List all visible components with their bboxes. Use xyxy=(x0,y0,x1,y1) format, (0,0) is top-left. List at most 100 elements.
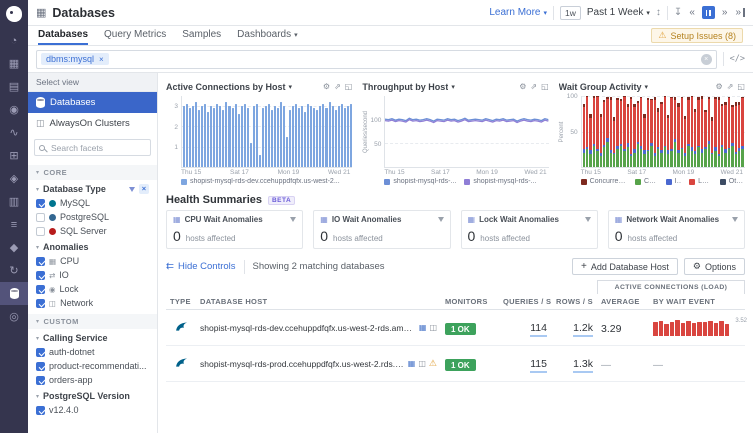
chart-title-dropdown[interactable]: Throughput by Host xyxy=(362,82,448,92)
legend-item[interactable]: Other xyxy=(719,178,745,185)
monitors-icon[interactable]: ◉ xyxy=(0,98,28,121)
facet-item-postgresql[interactable]: PostgreSQL xyxy=(28,210,157,224)
column-header-queries[interactable]: QUERIES / S xyxy=(499,297,551,306)
chart-export-icon[interactable]: ⇗ xyxy=(334,82,341,91)
notebooks-icon[interactable]: ▥ xyxy=(0,190,28,213)
rows-value[interactable]: 1.2k xyxy=(573,322,593,337)
checkbox[interactable] xyxy=(36,347,45,357)
column-header-average[interactable]: AVERAGE xyxy=(597,297,649,306)
legend-item[interactable]: shopist-mysql-rds-... xyxy=(384,178,456,185)
checkbox[interactable] xyxy=(36,270,45,280)
learn-more-dropdown[interactable]: Learn More ▾ xyxy=(489,7,547,18)
search-input[interactable]: dbms:mysql × × xyxy=(36,49,717,69)
queries-value[interactable]: 115 xyxy=(530,358,547,373)
legend-item[interactable]: Concurrency xyxy=(580,178,627,185)
options-button[interactable]: ⚙ Options xyxy=(683,258,745,275)
forward-button[interactable]: » xyxy=(721,7,729,18)
column-header-database-host[interactable]: DATABASE HOST xyxy=(196,297,441,306)
search-tag[interactable]: dbms:mysql × xyxy=(41,53,109,65)
tab-dashboards[interactable]: Dashboards ▾ xyxy=(237,26,297,45)
chart-settings-icon[interactable]: ⚙ xyxy=(716,82,723,91)
chart-settings-icon[interactable]: ⚙ xyxy=(323,82,330,91)
checkbox[interactable] xyxy=(36,361,45,371)
rewind-button[interactable]: « xyxy=(688,7,696,18)
host-dashboard-icon[interactable]: ▦ xyxy=(408,359,416,368)
security-icon[interactable]: ◆ xyxy=(0,236,28,259)
facet-item-orders-app[interactable]: orders-app xyxy=(28,373,157,387)
code-view-icon[interactable]: </> xyxy=(730,54,745,64)
ci-icon[interactable]: ↻ xyxy=(0,259,28,282)
facet-section-core[interactable]: ▾ CORE xyxy=(28,165,157,180)
view-item-databases[interactable]: Databases xyxy=(28,92,157,113)
chart-fullscreen-icon[interactable]: ◱ xyxy=(541,82,549,91)
facet-group-anomalies[interactable]: ▾ Anomalies xyxy=(28,238,157,254)
dashboards-icon[interactable]: ▦ xyxy=(0,52,28,75)
filter-icon[interactable] xyxy=(732,215,738,224)
legend-item[interactable]: CPU xyxy=(634,178,658,185)
watchdog-icon[interactable]: ◔ xyxy=(0,29,28,52)
filter-icon[interactable] xyxy=(437,215,444,224)
facet-item-mysql[interactable]: MySQL xyxy=(28,196,157,210)
rows-value[interactable]: 1.3k xyxy=(573,358,593,373)
legend-item[interactable]: shopist-mysql-rds-dev.ccehuppdfqfx.us-we… xyxy=(181,178,340,185)
facet-item-io[interactable]: ⇄ IO xyxy=(28,268,157,282)
view-item-alwayson-clusters[interactable]: ◫ AlwaysOn Clusters xyxy=(28,113,157,134)
chart-title-dropdown[interactable]: Wait Group Activity xyxy=(559,82,642,92)
database-host-link[interactable]: shopist-mysql-rds-prod.ccehuppdfqfx.us-w… xyxy=(200,359,404,369)
filter-icon[interactable] xyxy=(129,186,135,192)
hide-controls-button[interactable]: ⇇ Hide Controls xyxy=(166,261,236,272)
chart-fullscreen-icon[interactable]: ◱ xyxy=(345,82,353,91)
monitor-status-badge[interactable]: 1 OK xyxy=(445,359,476,371)
chart-title-dropdown[interactable]: Active Connections by Host xyxy=(166,82,286,92)
legend-item[interactable]: shopist-mysql-rds-... xyxy=(464,178,536,185)
metrics-icon[interactable]: ∿ xyxy=(0,121,28,144)
facet-item-network[interactable]: ◫ Network xyxy=(28,296,157,310)
facet-item-cpu[interactable]: ▦ CPU xyxy=(28,254,157,268)
facet-group-database-type[interactable]: ▾ Database Type × xyxy=(28,180,157,196)
clear-search-icon[interactable]: × xyxy=(700,53,712,65)
stacked-plot[interactable] xyxy=(580,96,745,168)
checkbox[interactable] xyxy=(36,284,45,294)
setup-issues-badge[interactable]: ⚠ Setup Issues (8) xyxy=(651,28,743,43)
checkbox[interactable] xyxy=(36,298,45,308)
filter-icon[interactable] xyxy=(290,215,297,224)
time-range-select[interactable]: Past 1 Week ▾ xyxy=(587,7,650,18)
checkbox[interactable] xyxy=(36,375,45,385)
facet-item-product-recommendati[interactable]: product-recommendati... xyxy=(28,359,157,373)
checkbox[interactable] xyxy=(36,405,45,415)
expand-timeframe-icon[interactable]: ↕ xyxy=(656,7,661,18)
monitor-status-badge[interactable]: 1 OK xyxy=(445,323,476,335)
clear-filter-icon[interactable]: × xyxy=(139,184,149,194)
facet-search[interactable] xyxy=(34,139,151,156)
facet-section-custom[interactable]: ▾ CUSTOM xyxy=(28,314,157,329)
column-header-type[interactable]: TYPE xyxy=(166,297,196,306)
facet-search-input[interactable] xyxy=(49,141,129,154)
line-plot[interactable] xyxy=(384,96,549,168)
time-range-short[interactable]: 1w xyxy=(560,5,581,20)
pause-button[interactable] xyxy=(701,6,715,19)
table-row[interactable]: shopist-mysql-rds-prod.ccehuppdfqfx.us-w… xyxy=(166,346,745,382)
facet-item-v12-4-0[interactable]: v12.4.0 xyxy=(28,403,157,417)
column-header-rows[interactable]: ROWS / S xyxy=(551,297,597,306)
chart-export-icon[interactable]: ⇗ xyxy=(530,82,537,91)
infrastructure-icon[interactable]: ▤ xyxy=(0,75,28,98)
remove-tag-icon[interactable]: × xyxy=(99,55,104,64)
facet-group-postgresql-version[interactable]: ▾ PostgreSQL Version xyxy=(28,387,157,403)
host-map-icon[interactable]: ◫ xyxy=(429,323,437,332)
datadog-logo[interactable] xyxy=(6,6,22,22)
export-icon[interactable]: ↧ xyxy=(674,7,682,18)
checkbox[interactable] xyxy=(36,212,45,222)
legend-item[interactable]: IO xyxy=(665,178,681,185)
table-row[interactable]: shopist-mysql-rds-dev.ccehuppdfqfx.us-we… xyxy=(166,310,747,346)
chart-export-icon[interactable]: ⇗ xyxy=(727,82,734,91)
facet-group-calling-service[interactable]: ▾ Calling Service xyxy=(28,329,157,345)
facet-item-sql-server[interactable]: SQL Server xyxy=(28,224,157,238)
chart-settings-icon[interactable]: ⚙ xyxy=(519,82,526,91)
tab-samples[interactable]: Samples xyxy=(182,26,221,45)
integrations-icon[interactable]: ⊞ xyxy=(0,144,28,167)
databases-icon[interactable] xyxy=(0,282,28,305)
queries-value[interactable]: 114 xyxy=(530,322,547,337)
column-header-monitors[interactable]: MONITORS xyxy=(441,297,499,306)
wait-event-sparkline[interactable]: 3.52 xyxy=(653,318,747,336)
host-map-icon[interactable]: ◫ xyxy=(418,359,426,368)
